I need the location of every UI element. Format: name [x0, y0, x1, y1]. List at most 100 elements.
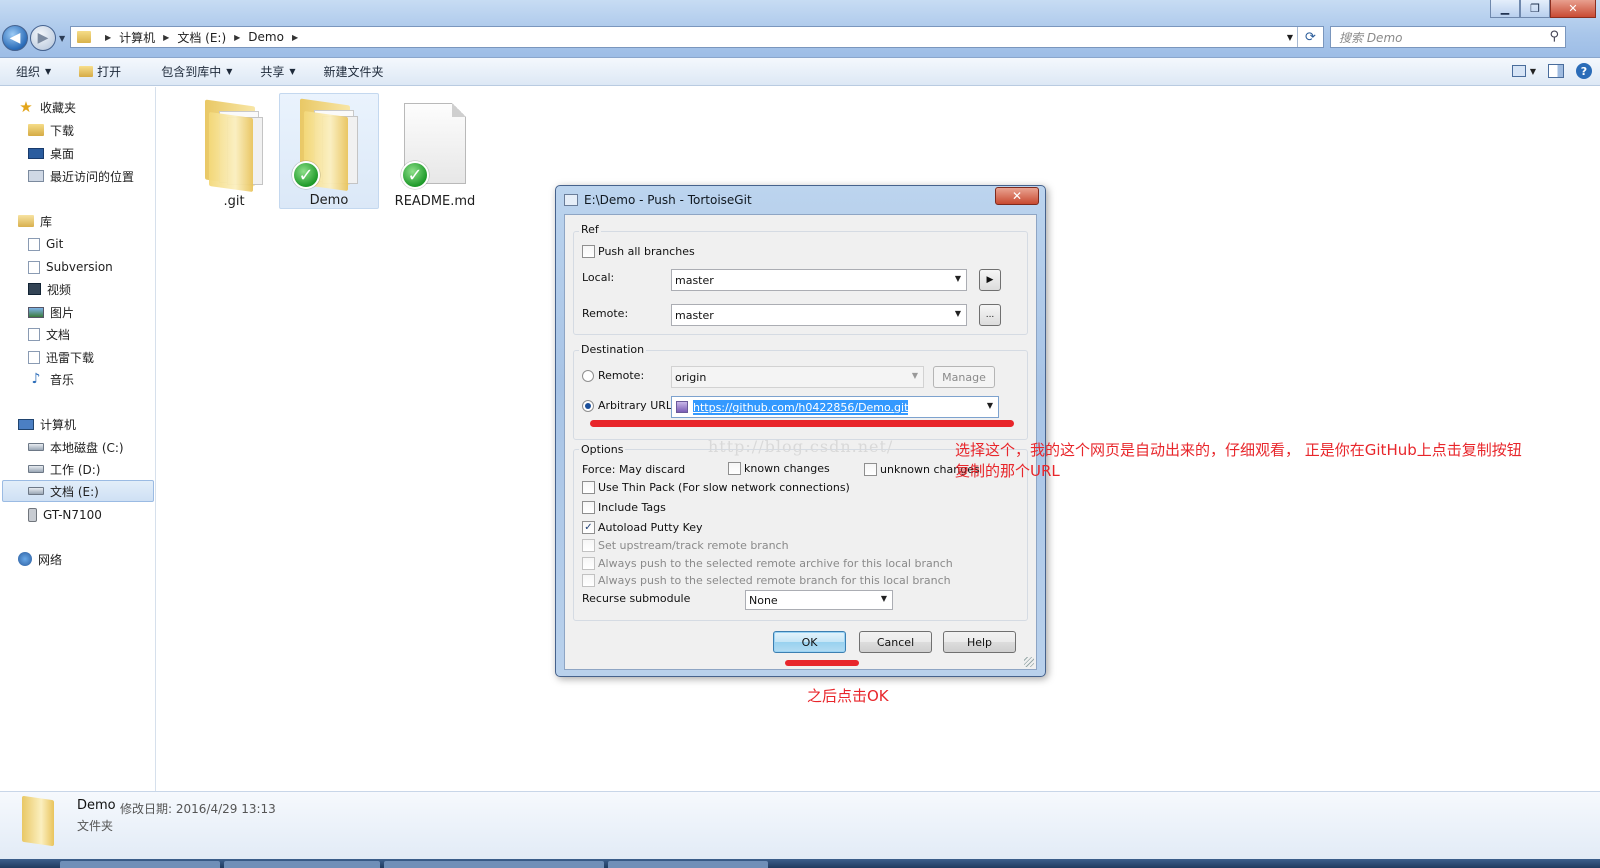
file-item-readme[interactable]: ✓ README.md	[387, 95, 483, 209]
push-all-branches-checkbox[interactable]: Push all branches	[582, 245, 695, 258]
view-controls: ▼ ?	[1511, 63, 1592, 79]
taskbar-button[interactable]	[384, 861, 604, 868]
search-input[interactable]: 搜索 Demo ⚲	[1330, 26, 1566, 48]
search-icon[interactable]: ⚲	[1549, 29, 1559, 44]
sidebar-item-documents[interactable]: 文档	[28, 324, 70, 344]
sidebar-item-drive-e[interactable]: 文档 (E:)	[2, 480, 154, 502]
star-icon: ★	[19, 98, 33, 116]
change-view-icon[interactable]	[1511, 65, 1526, 77]
sidebar-item-drive-c[interactable]: 本地磁盘 (C:)	[28, 437, 124, 457]
always-push-archive-checkbox[interactable]: Always push to the selected remote archi…	[582, 557, 953, 570]
sidebar-item-pictures[interactable]: 图片	[28, 302, 74, 322]
options-group-title: Options	[579, 443, 626, 456]
details-pane: Demo 修改日期: 2016/4/29 13:13 文件夹	[0, 791, 1600, 859]
folder-icon	[77, 31, 91, 43]
sidebar-item-git[interactable]: Git	[28, 234, 63, 254]
sidebar-item-libraries[interactable]: 库	[18, 211, 52, 231]
ok-button[interactable]: OK	[773, 631, 846, 653]
recent-places-icon	[28, 170, 44, 182]
sidebar-item-network[interactable]: 网络	[18, 549, 62, 569]
chevron-down-icon: ▼	[880, 594, 887, 603]
dialog-close-button[interactable]: ✕	[995, 187, 1039, 205]
preview-pane-icon[interactable]	[1548, 64, 1564, 78]
include-tags-checkbox[interactable]: Include Tags	[582, 501, 666, 514]
organize-button[interactable]: 组织 ▼	[0, 63, 63, 80]
manage-button[interactable]: Manage	[933, 366, 995, 388]
sidebar-item-subversion[interactable]: Subversion	[28, 257, 113, 277]
back-button[interactable]: ◀	[2, 25, 28, 51]
chevron-down-icon: ▼	[45, 67, 52, 76]
local-branch-browse-button[interactable]: ▶	[979, 269, 1001, 291]
taskbar	[0, 859, 1600, 868]
url-icon	[676, 401, 688, 413]
sidebar-item-drive-d[interactable]: 工作 (D:)	[28, 459, 100, 479]
chevron-down-icon: ▼	[954, 274, 961, 283]
help-button[interactable]: Help	[943, 631, 1016, 653]
minimize-button[interactable]: ▁	[1490, 0, 1520, 18]
taskbar-button[interactable]	[60, 861, 220, 868]
help-icon[interactable]: ?	[1576, 63, 1592, 79]
thin-pack-checkbox[interactable]: Use Thin Pack (For slow network connecti…	[582, 481, 850, 494]
library-icon	[18, 215, 34, 227]
sidebar-item-downloads[interactable]: 下载	[28, 120, 74, 140]
synced-check-icon: ✓	[292, 161, 320, 189]
dialog-title: E:\Demo - Push - TortoiseGit	[564, 190, 752, 210]
arbitrary-url-input[interactable]: https://github.com/h0422856/Demo.git ▼	[671, 396, 999, 418]
taskbar-button[interactable]	[608, 861, 768, 868]
folder-icon	[201, 99, 267, 193]
chevron-down-icon[interactable]: ▼	[1530, 67, 1536, 76]
library-doc-icon	[28, 350, 40, 364]
address-bar[interactable]: ▶ 计算机 ▶ 文档 (E:) ▶ Demo ▶ ▼ ⟳	[70, 26, 1324, 48]
url-annotation-note: 选择这个，我的这个网页是自动出来的，仔细观看， 正是你在GitHub上点击复制按…	[955, 441, 1522, 480]
computer-icon	[18, 418, 34, 430]
forward-button[interactable]: ▶	[30, 25, 56, 51]
sidebar-item-desktop[interactable]: 桌面	[28, 143, 74, 163]
recent-pages-dropdown[interactable]: ▼	[59, 34, 65, 43]
sidebar-item-device[interactable]: GT-N7100	[28, 505, 102, 525]
set-upstream-checkbox[interactable]: Set upstream/track remote branch	[582, 539, 789, 552]
taskbar-button[interactable]	[224, 861, 380, 868]
share-button[interactable]: 共享 ▼	[244, 63, 307, 80]
force-label: Force: May discard	[582, 463, 686, 476]
always-push-branch-checkbox[interactable]: Always push to the selected remote branc…	[582, 574, 951, 587]
close-button[interactable]: ✕	[1550, 0, 1596, 18]
file-item-demo[interactable]: ✓ Demo	[279, 93, 379, 209]
local-branch-select[interactable]: master ▼	[671, 269, 967, 291]
recurse-submodule-select[interactable]: None ▼	[745, 590, 893, 610]
chevron-right-icon[interactable]: ▶	[163, 33, 169, 42]
new-folder-button[interactable]: 新建文件夹	[308, 63, 396, 80]
destination-remote-select[interactable]: origin ▼	[671, 366, 924, 388]
sidebar-item-recent[interactable]: 最近访问的位置	[28, 166, 134, 186]
include-in-library-button[interactable]: 包含到库中 ▼	[133, 63, 244, 80]
sidebar-item-thunder[interactable]: 迅雷下载	[28, 347, 94, 367]
chevron-down-icon: ▼	[986, 401, 993, 410]
resize-grip[interactable]	[1024, 657, 1034, 667]
chevron-right-icon[interactable]: ▶	[292, 33, 298, 42]
chevron-right-icon[interactable]: ▶	[234, 33, 240, 42]
file-item-git[interactable]: .git	[184, 95, 284, 209]
cancel-button[interactable]: Cancel	[859, 631, 932, 653]
address-dropdown-icon[interactable]: ▼	[1287, 33, 1293, 42]
details-modified: 修改日期: 2016/4/29 13:13	[120, 802, 276, 816]
known-changes-checkbox[interactable]: known changes	[728, 462, 830, 475]
sidebar-item-videos[interactable]: 视频	[28, 279, 71, 299]
open-button[interactable]: 打开	[63, 63, 133, 80]
watermark-text: http://blog.csdn.net/	[708, 437, 894, 456]
navigation-pane: ★ 收藏夹 下载 桌面 最近访问的位置 库 Git Subversion 视频 图…	[0, 87, 156, 791]
refresh-icon[interactable]: ⟳	[1297, 27, 1323, 47]
remote-branch-select[interactable]: master ▼	[671, 304, 967, 326]
sidebar-item-computer[interactable]: 计算机	[18, 414, 76, 434]
remote-radio[interactable]: Remote:	[582, 369, 644, 382]
sidebar-item-music[interactable]: ♪ 音乐	[28, 369, 74, 389]
maximize-button[interactable]: ❐	[1520, 0, 1550, 18]
sidebar-item-favorites[interactable]: ★ 收藏夹	[18, 97, 76, 117]
breadcrumb-demo[interactable]: Demo ▶	[248, 30, 306, 44]
chevron-right-icon[interactable]: ▶	[105, 33, 111, 42]
tortoisegit-icon	[564, 194, 578, 206]
remote-branch-browse-button[interactable]: ...	[979, 304, 1001, 326]
autoload-putty-checkbox[interactable]: ✓ Autoload Putty Key	[582, 521, 703, 534]
breadcrumb-computer[interactable]: 计算机 ▶	[119, 29, 177, 46]
breadcrumb-drive-e[interactable]: 文档 (E:) ▶	[177, 29, 248, 46]
arbitrary-url-radio[interactable]: Arbitrary URL:	[582, 399, 676, 412]
local-label: Local:	[582, 271, 615, 284]
